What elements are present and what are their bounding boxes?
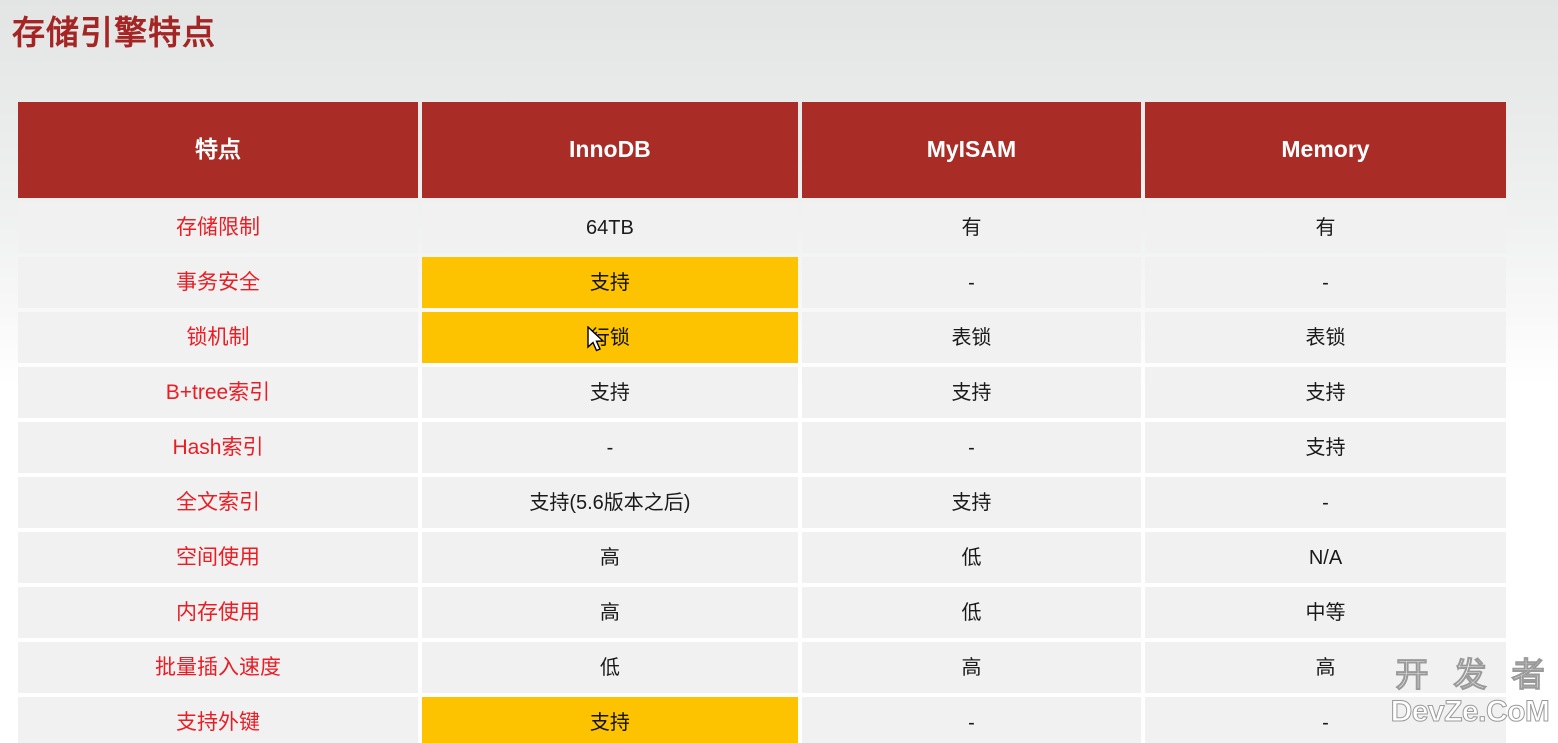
cell-myisam: 支持: [801, 367, 1141, 418]
cell-innodb: 支持: [421, 367, 798, 418]
cell-feature: 内存使用: [18, 587, 418, 638]
table-row: 锁机制 行锁 表锁 表锁: [18, 312, 1506, 363]
cell-feature: 支持外键: [18, 697, 418, 743]
table-row: 事务安全 支持 - -: [18, 257, 1506, 308]
cell-memory: -: [1144, 477, 1506, 528]
cell-innodb: 低: [421, 642, 798, 693]
table-row: B+tree索引 支持 支持 支持: [18, 367, 1506, 418]
cell-innodb: 支持: [421, 257, 798, 308]
column-header-myisam: MyISAM: [801, 102, 1141, 198]
column-header-feature: 特点: [18, 102, 418, 198]
storage-engine-comparison-table: 特点 InnoDB MyISAM Memory 存储限制 64TB 有 有 事务…: [18, 102, 1506, 743]
column-header-memory: Memory: [1144, 102, 1506, 198]
cell-memory: 有: [1144, 202, 1506, 253]
table-row: 空间使用 高 低 N/A: [18, 532, 1506, 583]
table-row: 支持外键 支持 - -: [18, 697, 1506, 743]
cell-feature: 存储限制: [18, 202, 418, 253]
table-row: Hash索引 - - 支持: [18, 422, 1506, 473]
table-row: 批量插入速度 低 高 高: [18, 642, 1506, 693]
cell-feature: Hash索引: [18, 422, 418, 473]
slide-canvas: 存储引擎特点 特点 InnoDB MyISAM Memory 存储限制 64TB…: [0, 0, 1558, 743]
table-row: 存储限制 64TB 有 有: [18, 202, 1506, 253]
cell-memory: 支持: [1144, 367, 1506, 418]
cell-innodb: 行锁: [421, 312, 798, 363]
cell-feature: 批量插入速度: [18, 642, 418, 693]
table-row: 内存使用 高 低 中等: [18, 587, 1506, 638]
watermark-line-2: DevZe.CoM: [1390, 695, 1550, 729]
cell-feature: B+tree索引: [18, 367, 418, 418]
cell-feature: 锁机制: [18, 312, 418, 363]
column-header-innodb: InnoDB: [421, 102, 798, 198]
cell-innodb: 支持(5.6版本之后): [421, 477, 798, 528]
table-header-row: 特点 InnoDB MyISAM Memory: [18, 102, 1506, 198]
cell-myisam: 支持: [801, 477, 1141, 528]
cell-innodb: 支持: [421, 697, 798, 743]
cell-memory: 中等: [1144, 587, 1506, 638]
cell-myisam: 低: [801, 532, 1141, 583]
cell-memory: N/A: [1144, 532, 1506, 583]
cell-feature: 事务安全: [18, 257, 418, 308]
cell-myisam: -: [801, 422, 1141, 473]
cell-feature: 空间使用: [18, 532, 418, 583]
cell-innodb: 64TB: [421, 202, 798, 253]
cell-innodb: 高: [421, 532, 798, 583]
watermark-line-1: 开 发 者: [1395, 656, 1553, 694]
cell-innodb: 高: [421, 587, 798, 638]
cell-memory: -: [1144, 257, 1506, 308]
watermark: 开 发 者 DevZe.CoM: [1386, 655, 1554, 741]
cell-myisam: -: [801, 697, 1141, 743]
page-title: 存储引擎特点: [12, 14, 216, 51]
cell-myisam: 低: [801, 587, 1141, 638]
cell-memory: 支持: [1144, 422, 1506, 473]
cell-myisam: 高: [801, 642, 1141, 693]
table-row: 全文索引 支持(5.6版本之后) 支持 -: [18, 477, 1506, 528]
cell-myisam: 表锁: [801, 312, 1141, 363]
cell-myisam: 有: [801, 202, 1141, 253]
cell-innodb: -: [421, 422, 798, 473]
cell-feature: 全文索引: [18, 477, 418, 528]
cell-myisam: -: [801, 257, 1141, 308]
cell-memory: 表锁: [1144, 312, 1506, 363]
